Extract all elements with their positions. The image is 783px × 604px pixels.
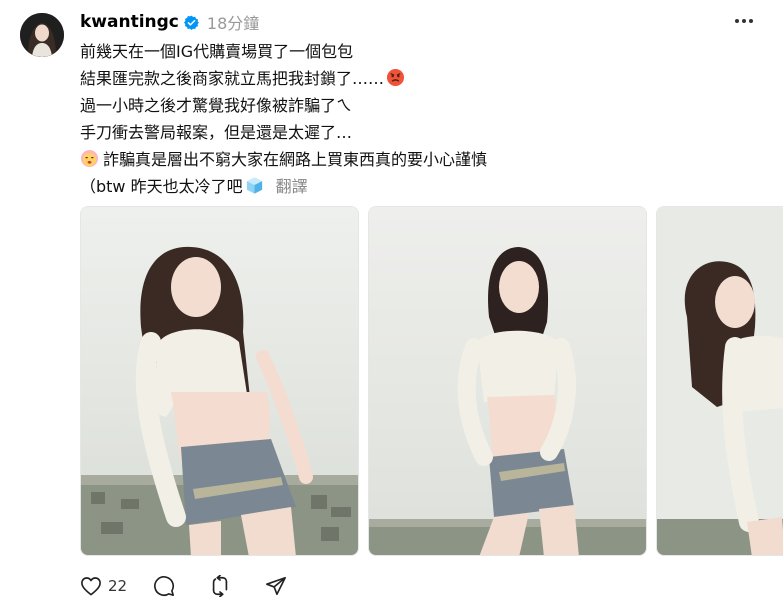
- post-line: 結果匯完款之後商家就立馬把我封鎖了……: [80, 65, 770, 92]
- verified-badge-icon: [183, 15, 199, 30]
- comment-button[interactable]: [153, 575, 175, 597]
- post-line-text: 詐騙真是層出不窮大家在網路上買東西真的要小心謹慎: [103, 150, 488, 169]
- carousel-photo-1[interactable]: [80, 206, 359, 556]
- repost-icon: [212, 575, 228, 597]
- carousel-photo-2[interactable]: [368, 206, 647, 556]
- pouting-emoji-icon: [386, 68, 405, 95]
- threads-post: kwantingc 18分鐘 前幾天在一個IG代購賣場買了一個包包 結果匯完款之…: [0, 0, 783, 604]
- post-line: （btw 昨天也太冷了吧 翻譯: [80, 173, 770, 200]
- post-line: 前幾天在一個IG代購賣場買了一個包包: [80, 38, 770, 65]
- like-count: 22: [108, 577, 128, 595]
- post-line-text: 過一小時之後才驚覺我好像被詐騙了ㄟ: [80, 96, 353, 115]
- post-line: 過一小時之後才驚覺我好像被詐騙了ㄟ: [80, 92, 770, 119]
- comment-icon: [154, 576, 175, 597]
- post-line-text: （btw 昨天也太冷了吧: [80, 177, 243, 196]
- repost-button[interactable]: [209, 575, 231, 597]
- send-icon: [266, 576, 287, 596]
- post-line: 詐騙真是層出不窮大家在網路上買東西真的要小心謹慎: [80, 146, 770, 173]
- avatar-image: [20, 13, 64, 57]
- ice-cube-emoji-icon: [245, 176, 264, 203]
- username[interactable]: kwantingc: [80, 12, 179, 32]
- post-line-text: 前幾天在一個IG代購賣場買了一個包包: [80, 42, 354, 61]
- avatar[interactable]: [20, 13, 64, 57]
- translate-link[interactable]: 翻譯: [276, 177, 308, 196]
- cold-face-emoji-icon: [80, 149, 99, 176]
- post-text: 前幾天在一個IG代購賣場買了一個包包 結果匯完款之後商家就立馬把我封鎖了…… 過…: [80, 38, 770, 200]
- carousel-photo-3[interactable]: [656, 206, 783, 556]
- more-options-button[interactable]: [733, 10, 755, 32]
- like-button[interactable]: 22: [80, 576, 127, 596]
- post-actions: 22: [80, 572, 287, 600]
- photo-carousel[interactable]: [80, 206, 783, 556]
- post-timestamp: 18分鐘: [206, 14, 260, 33]
- more-options-icon: [735, 19, 753, 23]
- heart-icon: [81, 577, 101, 596]
- post-header: kwantingc 18分鐘: [80, 10, 259, 34]
- post-line-text: 結果匯完款之後商家就立馬把我封鎖了……: [80, 69, 385, 88]
- post-line-text: 手刀衝去警局報案，但是還是太遲了…: [80, 123, 353, 142]
- post-line: 手刀衝去警局報案，但是還是太遲了…: [80, 119, 770, 146]
- share-button[interactable]: [265, 575, 287, 597]
